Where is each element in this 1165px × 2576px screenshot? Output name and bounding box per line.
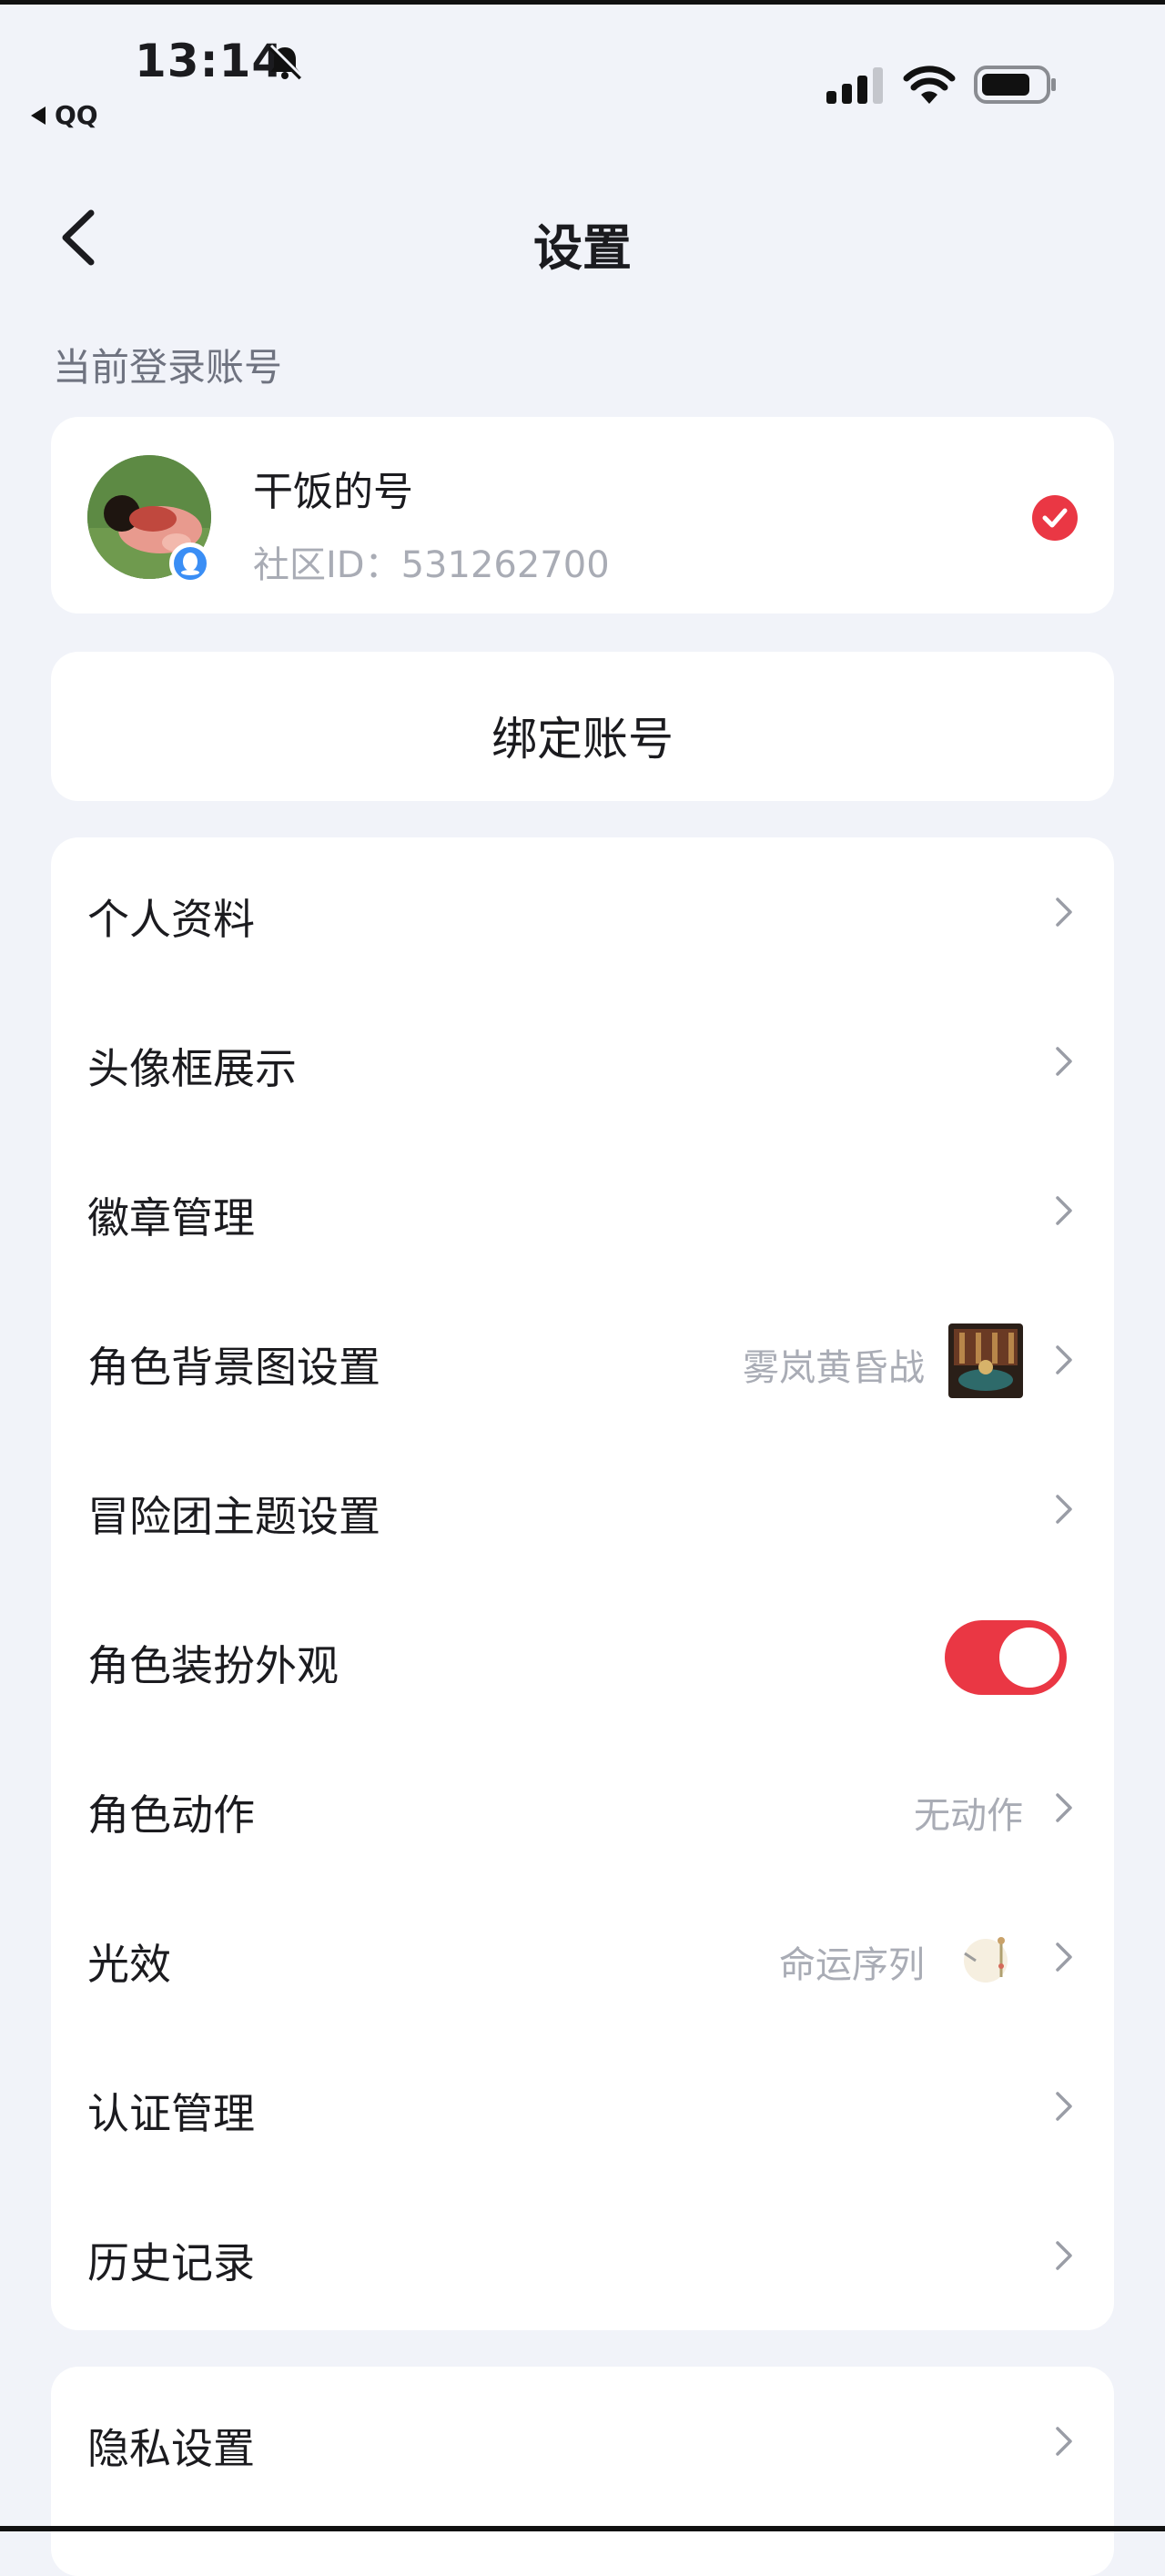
- bind-account-label: 绑定账号: [491, 713, 674, 766]
- chevron-right-icon: [1056, 1047, 1072, 1076]
- selected-check-icon: [1032, 495, 1078, 541]
- menu-item-adventure-theme[interactable]: 冒险团主题设置: [51, 1435, 1114, 1584]
- menu-item-privacy[interactable]: 隐私设置: [51, 2367, 1114, 2516]
- menu-item-badges[interactable]: 徽章管理: [51, 1136, 1114, 1285]
- background-thumbnail: [948, 1323, 1023, 1398]
- bell-mute-icon: [268, 44, 304, 80]
- menu-item-value: 雾岚黄昏战: [743, 1347, 925, 1389]
- menu-item-label: 认证管理: [87, 2089, 255, 2138]
- menu-item-label: 角色背景图设置: [87, 1343, 380, 1392]
- chevron-right-icon: [1056, 1942, 1072, 1972]
- menu-item-character-action[interactable]: 角色动作 无动作: [51, 1733, 1114, 1882]
- light-effect-thumbnail: [948, 1921, 1023, 1995]
- menu-item-history[interactable]: 历史记录: [51, 2181, 1114, 2330]
- menu-item-label: 角色装扮外观: [87, 1641, 339, 1690]
- menu-item-value: 无动作: [914, 1795, 1023, 1837]
- menu-item-value: 命运序列: [779, 1944, 925, 1986]
- page-title: 设置: [533, 219, 632, 277]
- screen-bottom-edge: [0, 2526, 1165, 2531]
- screen-top-edge: [0, 0, 1165, 5]
- section-label-current-account: 当前登录账号: [53, 345, 283, 390]
- chevron-right-icon: [1056, 1793, 1072, 1822]
- menu-item-verification[interactable]: 认证管理: [51, 2032, 1114, 2181]
- chevron-right-icon: [1056, 2092, 1072, 2121]
- menu-item-character-background[interactable]: 角色背景图设置 雾岚黄昏战: [51, 1285, 1114, 1435]
- chevron-right-icon: [1056, 2427, 1072, 2456]
- account-community-id: 社区ID：531262700: [253, 544, 610, 586]
- back-to-app-link[interactable]: QQ: [31, 100, 98, 130]
- account-card[interactable]: 干饭的号 社区ID：531262700: [51, 417, 1114, 614]
- menu-item-label: 徽章管理: [87, 1193, 255, 1242]
- privacy-card: 隐私设置: [51, 2367, 1114, 2576]
- menu-item-label: 角色动作: [87, 1790, 255, 1840]
- battery-icon: [974, 66, 1056, 104]
- chevron-right-icon: [1056, 1196, 1072, 1225]
- menu-item-label: 历史记录: [87, 2238, 255, 2287]
- menu-item-label: 冒险团主题设置: [87, 1492, 380, 1541]
- chevron-right-icon: [1056, 2241, 1072, 2270]
- chevron-right-icon: [1056, 1495, 1072, 1524]
- menu-item-avatar-frame[interactable]: 头像框展示: [51, 987, 1114, 1136]
- menu-item-label: 光效: [87, 1940, 171, 1989]
- menu-item-label: 头像框展示: [87, 1044, 297, 1093]
- status-time: 13:14: [135, 35, 285, 87]
- signal-icon: [826, 67, 883, 104]
- toggle-knob: [999, 1628, 1059, 1688]
- menu-item-light-effect[interactable]: 光效 命运序列: [51, 1882, 1114, 2032]
- menu-item-label: 隐私设置: [87, 2424, 255, 2473]
- outfit-toggle[interactable]: [945, 1620, 1067, 1695]
- chevron-right-icon: [1056, 898, 1072, 927]
- qq-badge-icon: [169, 543, 211, 584]
- menu-item-profile[interactable]: 个人资料: [51, 837, 1114, 987]
- menu-item-label: 个人资料: [87, 895, 255, 944]
- bind-account-button[interactable]: 绑定账号: [51, 652, 1114, 801]
- chevron-right-icon: [1056, 1345, 1072, 1374]
- account-name: 干饭的号: [253, 469, 413, 515]
- back-app-label: QQ: [55, 100, 98, 130]
- settings-menu: 个人资料 头像框展示 徽章管理 角色背景图设置 雾岚黄昏战 冒险团主题设置 角色…: [51, 837, 1114, 2330]
- menu-item-character-outfit: 角色装扮外观: [51, 1584, 1114, 1733]
- back-triangle-icon: [31, 106, 46, 125]
- wifi-icon: [903, 66, 956, 104]
